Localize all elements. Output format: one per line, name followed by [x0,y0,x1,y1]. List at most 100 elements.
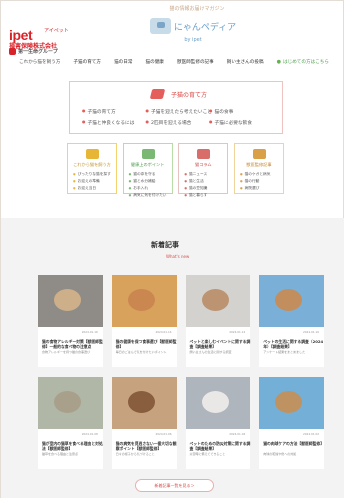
post-date: 2024.01.02 [302,431,319,436]
category-link[interactable]: 猫ニュース [184,171,207,178]
nav-first-time[interactable]: はじめての方はこちら [277,59,329,69]
kitten-guide-panel: 子猫の育て方 子猫の育て方 子猫を迎えたら考えたいこと 猫の食事 子猫と仲良くな… [69,81,283,134]
post-date: 2024.01.12 [229,330,246,334]
category-link[interactable]: 病院選び [240,185,270,192]
category-link[interactable]: 猫と暮らす [184,192,207,199]
post-title[interactable]: 猫の健康を保つ食事選び【獣医師監修】 [116,339,178,350]
post-date: 2024.01.06 [155,431,172,436]
post-card[interactable]: 2024.01.10 ペットの生活に関する調査（2024年）【調査結果】 アンケート… [259,275,324,367]
latest-title: 新着記事 [151,241,179,249]
category-links: 猫の命を守る 猫と水分補給 お手入れ 病気に気を付けたい [129,171,167,199]
post-title[interactable]: ペットのための防災対策に関する調査【調査結果】 [190,441,252,452]
post-image[interactable] [259,275,324,327]
nav-daily[interactable]: 猫の日常 [114,59,132,69]
post-date: 2024.01.04 [229,431,246,436]
post-card[interactable]: 2024.01.16 猫の食物アレルギー対策【獣医師監修】一般的な食べ物の注意点食… [38,275,103,367]
category-link[interactable]: お迎えの準備 [73,178,111,185]
post-date: 2024.01.10 [302,330,319,334]
post-card[interactable]: 2024.01.14 猫の健康を保つ食事選び【獣医師監修】 毎日のごはんで気を付けた… [111,275,178,367]
category-icon [252,149,266,159]
category-title: 獣医監修記事 [246,162,272,167]
post-description: 災害時に備えてできること [189,451,226,456]
category-icon [141,149,155,159]
category-link[interactable]: ぴったりな猫を探す [73,171,111,178]
post-card[interactable]: 2024.01.08 猫が室内の猫草を食べる理由と対処法【獣医師監修】 猫草を食べる… [38,376,104,469]
page: ipet 損害保険株式会社 アイペット 第一生命グループ 猫の情報お届けマガジン… [0,0,344,498]
category-links: 猫のケガと病気 猫の行動 病院選び [240,171,271,192]
category-links: 猫ニュース 猫と生活 猫の豆知識 猫と暮らす [184,171,207,199]
category-link[interactable]: 猫と水分補給 [129,178,167,185]
post-title[interactable]: 猫の病気を見逃さない一番大切な観察ポイント【獣医師監修】 [116,441,178,452]
post-date: 2024.01.16 [81,330,98,334]
post-image[interactable] [38,275,103,327]
post-card[interactable]: 2024.01.06 猫の病気を見逃さない一番大切な観察ポイント【獣医師監修】 日々… [111,376,178,469]
post-image[interactable] [38,376,103,429]
site-header: ipet 損害保険株式会社 アイペット 第一生命グループ 猫の情報お届けマガジン… [1,1,343,67]
post-image[interactable] [185,376,251,429]
post-image[interactable] [259,376,324,429]
post-grid: 2024.01.16 猫の食物アレルギー対策【獣医師監修】一般的な食べ物の注意点食… [38,275,324,469]
group-label: 第一生命グループ [18,49,58,55]
category-card[interactable]: これから猫を飼う方 ぴったりな猫を探す お迎えの準備 お迎え当日 [67,143,117,194]
nav-health[interactable]: 猫の健康 [146,59,164,69]
kitten-guide-item[interactable]: 猫の食事 [209,106,271,117]
category-icon [86,149,99,159]
category-link[interactable]: 猫の豆知識 [184,185,207,192]
post-description: 猫草を食べる理由と注意点 [42,451,79,456]
post-title[interactable]: 猫の肉球ケアの方法【獣医師監修】 [263,441,325,446]
kitten-guide-list: 子猫の育て方 子猫を迎えたら考えたいこと 猫の食事 子猫と仲良くなるには 2匹目… [82,106,272,128]
post-image[interactable] [111,376,177,429]
kitten-guide-item[interactable]: 子猫を迎えたら考えたいこと [146,106,212,117]
post-title[interactable]: 猫が室内の猫草を食べる理由と対処法【獣医師監修】 [42,441,104,452]
post-image[interactable] [185,275,251,327]
category-link[interactable]: 猫の行動 [240,178,270,185]
category-cards: これから猫を飼う方 ぴったりな猫を探す お迎えの準備 お迎え当日 健康上のポイン… [67,143,284,197]
kitten-guide-item[interactable]: 子猫の育て方 [82,106,144,117]
post-title[interactable]: 猫の食物アレルギー対策【獣医師監修】一般的な食べ物の注意点 [42,339,104,350]
post-description: アンケート結果をまとめました [263,350,306,354]
category-link[interactable]: お手入れ [129,185,167,192]
post-card[interactable]: 2024.01.04 ペットのための防災対策に関する調査【調査結果】 災害時に備えて… [185,376,252,469]
category-link[interactable]: 猫のケガと病気 [240,171,271,178]
site-logo[interactable]: 猫の情報お届けマガジン にゃんペディア by ipet [133,5,253,57]
post-card[interactable]: 2024.01.12 ペットと楽しむイベントに関する調査【調査結果】 飼い主さんの生… [185,275,252,367]
kitten-guide-title: 子猫の育て方 [171,92,208,99]
group-icon [9,48,16,55]
post-title[interactable]: ペットの生活に関する調査（2024年）【調査結果】 [263,339,325,350]
post-card[interactable]: 2024.01.02 猫の肉球ケアの方法【獣医師監修】 肉球の乾燥や傷への対処 [259,376,325,469]
post-description: 食物アレルギーを持つ猫の食事選び [42,350,91,354]
category-link[interactable]: お迎え当日 [73,185,111,192]
category-title: 健康上のポイント [130,162,165,167]
nav-posts[interactable]: 飼い主さんの投稿 [227,59,264,69]
post-description: 肉球の乾燥や傷への対処 [263,451,297,456]
post-image[interactable] [111,275,177,327]
category-link[interactable]: 猫の命を守る [129,171,167,178]
cat-logo-icon [149,18,171,34]
logo-tagline: 猫の情報お届けマガジン [169,6,225,12]
nav-vet[interactable]: 獣医師監修の記事 [177,59,214,69]
category-icon [197,149,211,159]
post-description: 毎日のごはんで気を付けたいポイント [115,350,167,354]
nav-kitten[interactable]: 子猫の育て方 [73,59,101,69]
logo-by: by ipet [184,37,202,43]
kitten-guide-item[interactable]: 子猫と仲良くなるには [82,117,144,128]
kitten-guide-item[interactable]: 2匹目を迎える場合 [146,117,208,128]
main-nav: これから猫を飼う方 子猫の育て方 猫の日常 猫の健康 獣医師監修の記事 飼い主さ… [19,59,329,69]
post-date: 2024.01.08 [81,431,98,436]
latest-subtitle: What's new [166,254,190,259]
post-title[interactable]: ペットと楽しむイベントに関する調査【調査結果】 [190,339,252,350]
category-link[interactable]: 猫と生活 [184,178,207,185]
latest-more-button[interactable]: 新着記事一覧を見る＞ [135,479,214,492]
kitten-guide-item[interactable]: 子猫に必要な飲食 [209,117,271,128]
category-title: 猫コラム [195,162,212,167]
cat-silhouette-icon [149,89,166,99]
site-title[interactable]: にゃんペディア [174,20,236,33]
category-link[interactable]: 病気に気を付けたい [129,192,166,199]
category-card[interactable]: 猫コラム 猫ニュース 猫と生活 猫の豆知識 猫と暮らす [178,143,229,197]
category-card[interactable]: 獣医監修記事 猫のケガと病気 猫の行動 病院選び [233,143,284,194]
category-links: ぴったりな猫を探す お迎えの準備 お迎え当日 [73,171,111,192]
post-description: 日々の様子から気づけること [115,451,155,456]
category-card[interactable]: 健康上のポイント 猫の命を守る 猫と水分補給 お手入れ 病気に気を付けたい [122,143,173,197]
nav-beginner[interactable]: これから猫を飼う方 [19,59,60,69]
group-name: 第一生命グループ [9,48,58,55]
